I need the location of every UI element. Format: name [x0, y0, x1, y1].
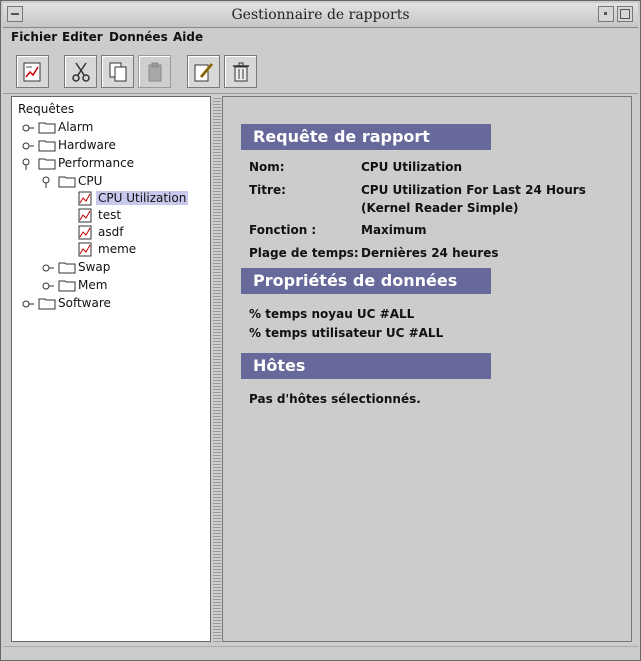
- folder-icon: [38, 140, 56, 152]
- copy-icon: [109, 62, 127, 82]
- collapse-toggle-icon[interactable]: [42, 176, 54, 188]
- field-time-range-value: Dernières 24 heures: [361, 246, 499, 260]
- tree-item-label: Hardware: [58, 138, 116, 152]
- hosts-section-header: Hôtes: [241, 353, 491, 379]
- cut-button[interactable]: [64, 55, 97, 88]
- chart-report-icon: [78, 208, 92, 223]
- field-name-value: CPU Utilization: [361, 160, 463, 174]
- tree-item-label: Alarm: [58, 120, 94, 134]
- maximize-icon: [620, 9, 630, 19]
- cut-icon: [72, 62, 90, 82]
- copy-button[interactable]: [101, 55, 134, 88]
- tree-item-label: Software: [58, 296, 111, 310]
- menu-bar: Fichier Editer Données Aide: [3, 28, 638, 48]
- menu-aide[interactable]: Aide: [173, 30, 203, 44]
- data-property-item: % temps noyau UC #ALL: [249, 307, 415, 321]
- expand-toggle-icon[interactable]: [22, 122, 34, 134]
- field-title-label: Titre:: [249, 183, 286, 197]
- tree-item-label: meme: [98, 242, 137, 256]
- field-name-label: Nom:: [249, 160, 285, 174]
- folder-icon: [58, 176, 76, 188]
- report-icon: [23, 62, 41, 82]
- delete-button[interactable]: [224, 55, 257, 88]
- folder-icon: [38, 122, 56, 134]
- minimize-icon: [604, 12, 607, 15]
- tree-item-label: CPU Utilization: [96, 191, 189, 205]
- chart-report-icon: [78, 191, 92, 206]
- status-bar: [3, 646, 638, 659]
- field-function-value: Maximum: [361, 223, 427, 237]
- tree-item-label: asdf: [98, 225, 124, 239]
- tree-item-label: CPU: [78, 174, 103, 188]
- report-details-panel: Requête de rapport Nom: CPU Utilization …: [222, 96, 632, 642]
- collapse-toggle-icon[interactable]: [22, 158, 34, 170]
- toolbar: [3, 49, 638, 94]
- request-tree-panel[interactable]: Requêtes Alarm Hardware Performance CPU: [11, 96, 211, 642]
- tree-item-label: Mem: [78, 278, 108, 292]
- folder-icon: [38, 158, 56, 170]
- request-section-header: Requête de rapport: [241, 124, 491, 150]
- trash-icon: [233, 62, 249, 82]
- field-title-value: CPU Utilization For Last 24 Hours (Kerne…: [361, 183, 586, 215]
- menu-editer[interactable]: Editer: [62, 30, 103, 44]
- field-function-label: Fonction :: [249, 223, 317, 237]
- report-manager-window: Gestionnaire de rapports Fichier Editer …: [0, 0, 641, 661]
- data-property-item: % temps utilisateur UC #ALL: [249, 326, 444, 340]
- folder-icon: [58, 280, 76, 292]
- new-report-button[interactable]: [16, 55, 49, 88]
- minimize-button[interactable]: [598, 6, 614, 22]
- window-title: Gestionnaire de rapports: [231, 7, 410, 23]
- menu-donnees[interactable]: Données: [109, 30, 168, 44]
- folder-icon: [58, 262, 76, 274]
- no-hosts-message: Pas d'hôtes sélectionnés.: [249, 392, 421, 406]
- data-properties-header: Propriétés de données: [241, 268, 491, 294]
- maximize-button[interactable]: [617, 6, 633, 22]
- folder-icon: [38, 298, 56, 310]
- paste-icon: [148, 62, 162, 82]
- expand-toggle-icon[interactable]: [22, 298, 34, 310]
- expand-toggle-icon[interactable]: [42, 280, 54, 292]
- expand-toggle-icon[interactable]: [22, 140, 34, 152]
- chart-report-icon: [78, 242, 92, 257]
- field-time-range-label: Plage de temps:: [249, 246, 359, 260]
- tree-root-label: Requêtes: [18, 102, 75, 116]
- edit-icon: [194, 63, 214, 82]
- expand-toggle-icon[interactable]: [42, 262, 54, 274]
- menu-fichier[interactable]: Fichier: [11, 30, 57, 44]
- chart-report-icon: [78, 225, 92, 240]
- tree-item-label: test: [98, 208, 122, 222]
- paste-button[interactable]: [138, 55, 171, 88]
- tree-item-label: Performance: [58, 156, 135, 170]
- title-bar[interactable]: Gestionnaire de rapports: [3, 3, 638, 28]
- tree-item-label: Swap: [78, 260, 111, 274]
- edit-button[interactable]: [187, 55, 220, 88]
- split-pane-divider[interactable]: [213, 96, 221, 642]
